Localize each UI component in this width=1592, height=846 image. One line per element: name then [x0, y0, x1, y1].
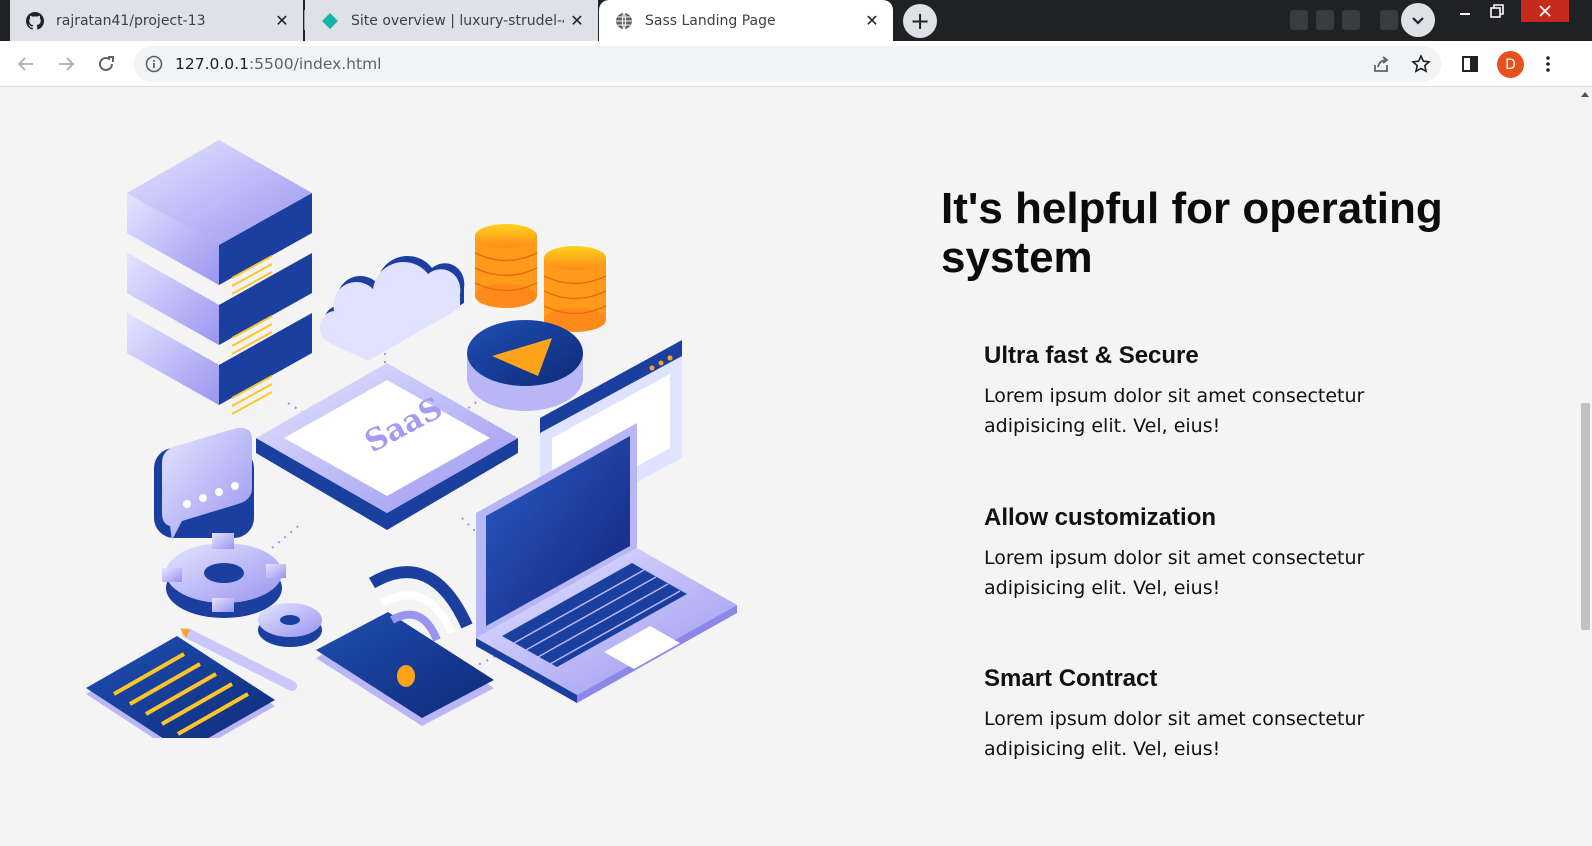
blurred-extension-icon	[1342, 10, 1360, 30]
restore-icon	[1490, 4, 1504, 18]
blurred-extension-icon	[1290, 10, 1308, 30]
laptop-graphic	[476, 423, 737, 703]
info-icon[interactable]	[144, 54, 164, 74]
star-icon	[1411, 54, 1431, 73]
feature-title: Smart Contract	[984, 665, 1158, 692]
page-viewport: SaaS It's helpful for operating system U…	[0, 88, 1592, 846]
reload-icon	[99, 56, 114, 71]
more-vertical-icon	[1546, 56, 1550, 72]
menu-button[interactable]	[1532, 48, 1564, 80]
share-button[interactable]	[1369, 52, 1393, 76]
tab-title: Sass Landing Page	[645, 12, 776, 29]
feature-title: Allow customization	[984, 504, 1217, 531]
tab-close-button[interactable]: ✕	[564, 8, 590, 34]
plus-icon: +	[909, 7, 931, 35]
tab-title: rajratan41/project-13	[56, 12, 206, 29]
coin-stacks-graphic	[474, 224, 607, 332]
globe-icon	[615, 12, 633, 30]
restore-button[interactable]	[1476, 0, 1518, 22]
close-icon	[1539, 5, 1551, 17]
profile-avatar[interactable]: D	[1497, 51, 1524, 78]
chevron-down-icon	[1412, 17, 1424, 25]
url-path: :5500/index.html	[248, 55, 382, 73]
features-section: It's helpful for operating system Ultra …	[941, 184, 1501, 760]
tab-title: Site overview | luxury-strudel-4b7	[351, 12, 564, 29]
back-button[interactable]	[10, 48, 42, 80]
share-icon	[1374, 56, 1389, 72]
blurred-extension-icon	[1380, 10, 1398, 30]
arrow-left-icon	[17, 57, 33, 71]
arrow-right-icon	[59, 57, 75, 71]
address-bar[interactable]: 127.0.0.1:5500/index.html	[134, 46, 1441, 82]
minimize-icon	[1460, 13, 1470, 15]
tab-search-button[interactable]	[1401, 3, 1435, 37]
netlify-icon	[321, 12, 339, 30]
browser-toolbar: 127.0.0.1:5500/index.html D	[0, 41, 1592, 87]
scrollbar-thumb[interactable]	[1581, 403, 1590, 630]
feature-item: Smart Contract Lorem ipsum dolor sit ame…	[984, 664, 1454, 764]
bookmark-button[interactable]	[1409, 52, 1433, 76]
saas-isometric-illustration: SaaS	[86, 140, 737, 738]
feature-item: Ultra fast & Secure Lorem ipsum dolor si…	[984, 341, 1454, 441]
feature-item: Allow customization Lorem ipsum dolor si…	[984, 503, 1454, 603]
feature-title: Ultra fast & Secure	[984, 342, 1199, 369]
chat-bubble-graphic	[154, 427, 254, 540]
url-text[interactable]: 127.0.0.1:5500/index.html	[175, 55, 381, 73]
scroll-up-arrow-icon[interactable]	[1581, 92, 1589, 97]
notepad-graphic	[86, 628, 297, 738]
side-panel-icon	[1462, 56, 1478, 72]
url-host: 127.0.0.1	[175, 55, 249, 73]
blurred-extension-icon	[1316, 10, 1334, 30]
tab-netlify[interactable]: Site overview | luxury-strudel-4b7 ✕	[305, 0, 598, 41]
new-tab-button[interactable]: +	[903, 4, 937, 38]
tab-close-button[interactable]: ✕	[269, 8, 295, 34]
play-disc-graphic	[467, 320, 583, 411]
section-headline: It's helpful for operating system	[941, 184, 1443, 282]
side-panel-button[interactable]	[1454, 48, 1486, 80]
reload-button[interactable]	[90, 48, 122, 80]
cloud-graphic	[319, 256, 465, 361]
feature-description: Lorem ipsum dolor sit amet consectetur a…	[984, 385, 1365, 437]
github-icon	[26, 11, 44, 30]
window-close-button[interactable]	[1521, 0, 1569, 22]
browser-tabstrip: rajratan41/project-13 ✕ Site overview | …	[0, 0, 1592, 41]
page-scrollbar[interactable]	[1578, 88, 1592, 846]
server-stack-graphic	[127, 140, 312, 415]
phone-wifi-graphic	[316, 566, 494, 726]
forward-button[interactable]	[50, 48, 82, 80]
tab-active[interactable]: Sass Landing Page ✕	[599, 0, 893, 41]
feature-description: Lorem ipsum dolor sit amet consectetur a…	[984, 708, 1365, 760]
feature-description: Lorem ipsum dolor sit amet consectetur a…	[984, 547, 1365, 599]
tab-close-button[interactable]: ✕	[859, 8, 885, 34]
tab-github[interactable]: rajratan41/project-13 ✕	[10, 0, 303, 41]
